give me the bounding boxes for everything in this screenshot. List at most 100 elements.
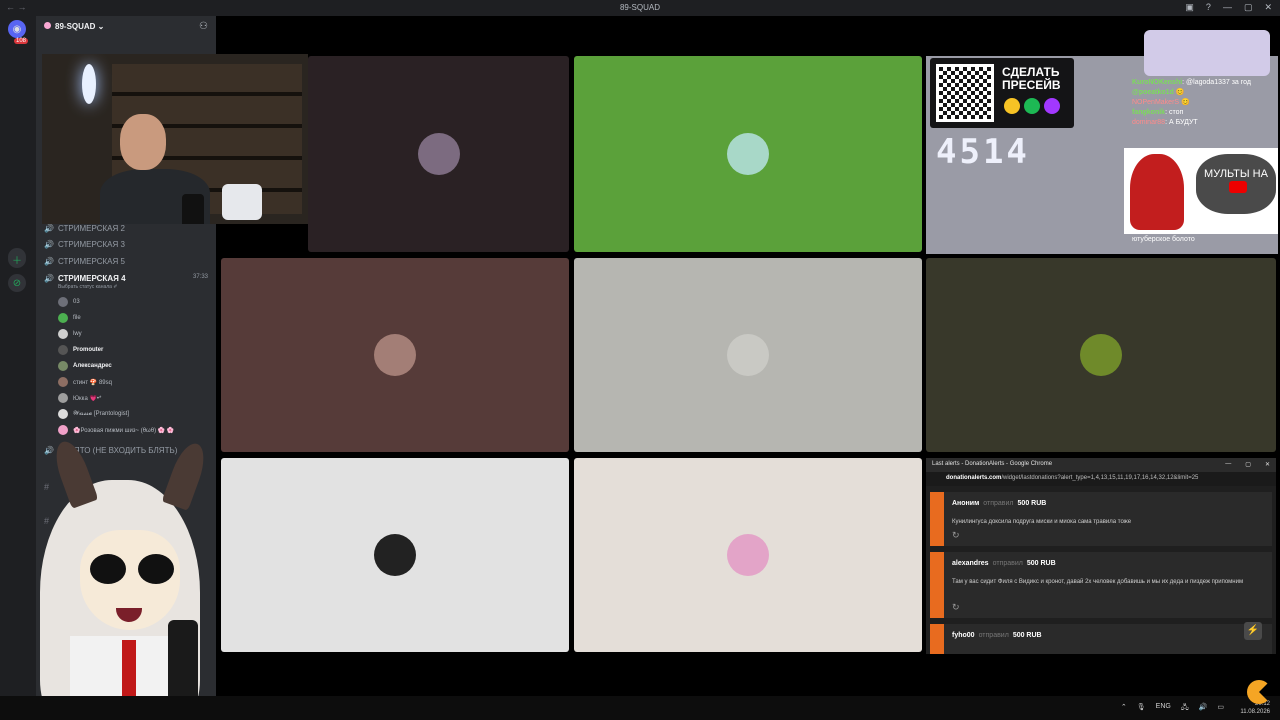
banner-caption: ютуберское болото <box>1132 236 1195 243</box>
alert-header: alexandres отправил 500 RUB <box>952 560 1056 567</box>
spotify-icon <box>1024 98 1040 114</box>
alert-accent <box>930 624 944 654</box>
volume-icon[interactable]: 🔊 <box>1199 703 1208 714</box>
presave-panel: СДЕЛАТЬ ПРЕСЕЙВ <box>930 58 1074 128</box>
maximize-button[interactable]: ▢ <box>1244 2 1253 13</box>
video-tile[interactable] <box>574 458 922 652</box>
sun-icon <box>1004 98 1020 114</box>
maximize-button[interactable]: ▢ <box>1245 461 1251 469</box>
inbox-icon[interactable]: ▣ <box>1185 2 1194 13</box>
os-taskbar: ⌃ 🎙 ENG 🖧 🔊 ▭ 20:12 11.08.2026 <box>0 696 1280 720</box>
alert-header: fyho00 отправил 500 RUB <box>952 632 1042 639</box>
video-tile[interactable] <box>221 258 569 452</box>
member-item[interactable]: file <box>58 312 81 324</box>
member-item[interactable]: Александрес <box>58 360 112 372</box>
avatar <box>58 313 68 323</box>
stream-chat: KuroNOKenshi: @lagoda1337 за год @poeatk… <box>1132 78 1272 128</box>
close-button[interactable]: ✕ <box>1265 461 1270 469</box>
home-server-icon[interactable]: ◉ <box>8 20 26 38</box>
stream-overlay: СДЕЛАТЬ ПРЕСЕЙВ 4514 KuroNOKenshi: @lago… <box>926 56 1278 254</box>
presave-text: СДЕЛАТЬ ПРЕСЕЙВ <box>1002 65 1061 92</box>
voice-channel-5[interactable]: 🔊 СТРИМЕРСКАЯ 5 <box>44 257 125 266</box>
member-item[interactable]: стинт 🍄 89sq <box>58 376 112 388</box>
minimize-button[interactable]: — <box>1223 2 1232 13</box>
help-icon[interactable]: ? <box>1206 2 1211 13</box>
avatar <box>58 345 68 355</box>
member-item[interactable]: 🌸Розовая пижми шиз~ (θωθ) 🌸 🌸 <box>58 424 174 436</box>
member-item[interactable]: Promouter <box>58 344 103 356</box>
alert-message: Кунилингуса доксила подруга миски и миок… <box>952 519 1132 525</box>
voice-channel-2[interactable]: 🔊 СТРИМЕРСКАЯ 2 <box>44 224 125 233</box>
speaker-icon: 🔊 <box>44 240 54 249</box>
mic-icon[interactable]: 🎙 <box>1137 703 1146 714</box>
member-item[interactable]: 𝓦𝓲𝓼𝓼𝓼𝓪 [Prantologist] <box>58 408 129 420</box>
donation-alerts-window: Last alerts - DonationAlerts - Google Ch… <box>926 458 1276 654</box>
member-item[interactable]: Юкка 💗•* <box>58 392 101 404</box>
network-icon[interactable]: 🖧 <box>1181 703 1189 714</box>
window-title: 89-SQUAD <box>619 3 660 12</box>
video-tile[interactable] <box>926 258 1276 452</box>
lightning-icon[interactable]: ⚡ <box>1244 622 1262 640</box>
donation-alert: Аноним отправил 500 RUB Кунилингуса доксил… <box>930 492 1272 546</box>
deezer-icon <box>1044 98 1060 114</box>
discover-icon[interactable]: ⊘ <box>8 274 26 292</box>
avatar <box>58 425 68 435</box>
donation-alert: fyho00 отправил 500 RUB <box>930 624 1272 654</box>
avatar <box>58 393 68 403</box>
streamer-webcam <box>42 54 308 224</box>
battery-icon[interactable]: ▭ <box>1217 703 1224 714</box>
alert-accent <box>930 552 944 618</box>
chat-message: @poeatko1d 😊 <box>1132 89 1185 96</box>
avatar <box>58 409 68 419</box>
language-indicator[interactable]: ENG <box>1156 703 1171 714</box>
platform-icons <box>1004 98 1060 114</box>
avatar <box>58 329 68 339</box>
avatar <box>727 133 769 175</box>
speech-bubble: МУЛЬТЫ НА <box>1196 154 1276 214</box>
alert-message: Там у вас сидит Филя с Видикс и кронот, … <box>952 579 1244 585</box>
chevron-up-icon[interactable]: ⌃ <box>1121 703 1127 714</box>
address-bar[interactable]: donationalerts.com/widget/lastdonations?… <box>926 472 1276 486</box>
avatar <box>58 361 68 371</box>
avatar <box>374 334 416 376</box>
video-tile[interactable] <box>308 56 569 252</box>
cartoon-banner: МУЛЬТЫ НА <box>1124 148 1278 234</box>
close-button[interactable]: ✕ <box>1264 2 1272 13</box>
member-item[interactable]: 03 <box>58 296 80 308</box>
video-tile[interactable] <box>574 56 922 252</box>
member-item[interactable]: lwy <box>58 328 82 340</box>
vtuber-glasses <box>90 554 126 584</box>
add-server-icon[interactable]: ＋ <box>8 250 26 268</box>
avatar <box>374 534 416 576</box>
channel-timer: 37:33 <box>192 274 208 280</box>
avatar <box>727 334 769 376</box>
voice-channel-4[interactable]: 🔊 СТРИМЕРСКАЯ 4 <box>44 274 126 283</box>
chat-message: KuroNOKenshi: @lagoda1337 за год <box>1132 79 1251 86</box>
video-tile[interactable] <box>221 458 569 652</box>
vtuber-avatar <box>0 440 230 720</box>
webcam-person-head <box>120 114 166 170</box>
video-tile[interactable] <box>574 258 922 452</box>
avatar <box>1080 334 1122 376</box>
window-controls: ▣ ? — ▢ ✕ <box>1185 2 1272 13</box>
webcam-pillow <box>222 184 262 220</box>
alert-accent <box>930 492 944 546</box>
replay-icon[interactable]: ↻ <box>952 530 960 541</box>
chat-message: dominar88: А БУДУТ <box>1132 119 1198 126</box>
minimize-button[interactable]: — <box>1225 461 1231 469</box>
avatar <box>727 534 769 576</box>
browser-titlebar: Last alerts - DonationAlerts - Google Ch… <box>926 458 1276 472</box>
avatar <box>417 133 460 175</box>
qr-code <box>936 64 994 122</box>
avatar <box>58 377 68 387</box>
add-member-icon[interactable]: ⚇ <box>199 21 208 32</box>
server-name[interactable]: 89-SQUAD ⌄ <box>44 22 104 31</box>
unread-badge: 108 <box>14 38 29 44</box>
replay-icon[interactable]: ↻ <box>952 602 960 613</box>
chat-message: fangkonik: стоп <box>1132 109 1184 116</box>
cartoon-character <box>1130 154 1184 230</box>
channel-status[interactable]: Выбрать статус канала ✐ <box>58 284 118 290</box>
avatar <box>58 297 68 307</box>
voice-channel-3[interactable]: 🔊 СТРИМЕРСКАЯ 3 <box>44 240 125 249</box>
server-dot-icon <box>44 22 51 29</box>
